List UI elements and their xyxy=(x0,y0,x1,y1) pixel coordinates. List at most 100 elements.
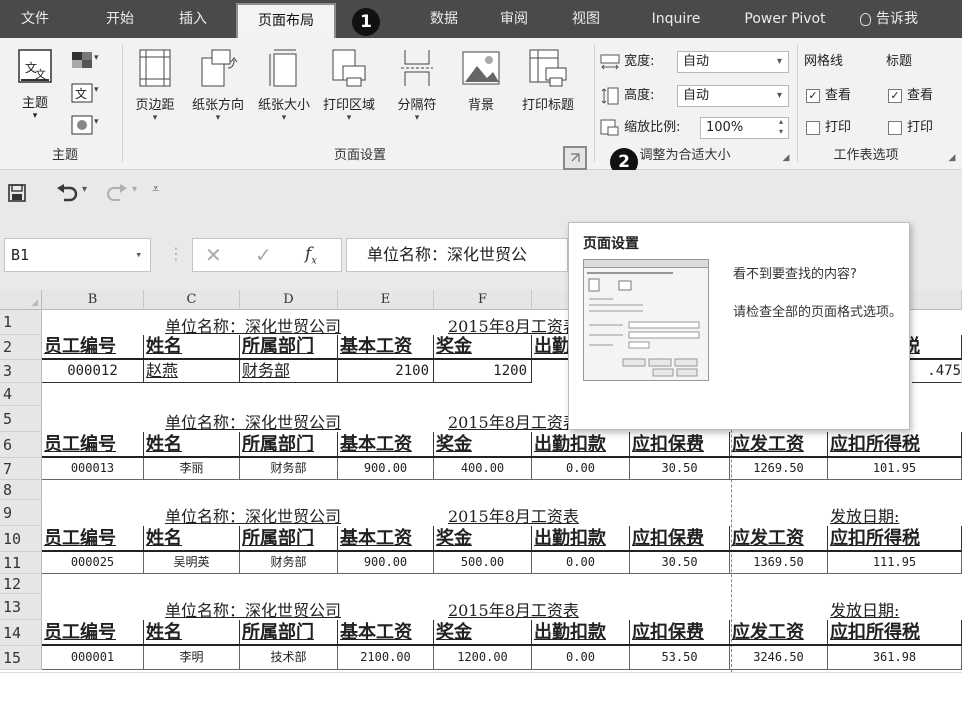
employee-id-cell[interactable]: 000012 xyxy=(42,360,144,383)
column-header-f[interactable]: F xyxy=(434,290,532,310)
row-header[interactable]: 2 xyxy=(0,335,42,360)
row-header[interactable]: 8 xyxy=(0,480,42,500)
header-cell[interactable]: 基本工资 xyxy=(338,432,434,458)
row-header[interactable]: 9 xyxy=(0,500,42,526)
attendance-deduction-cell[interactable]: 0.00 xyxy=(532,646,630,670)
header-cell[interactable]: 应扣保费 xyxy=(630,526,730,552)
gross-pay-cell[interactable]: 1369.50 xyxy=(730,552,828,574)
bonus-cell[interactable]: 500.00 xyxy=(434,552,532,574)
header-cell[interactable]: 姓名 xyxy=(144,432,240,458)
paper-size-button[interactable]: 纸张大小 ▾ xyxy=(252,42,316,142)
tab-review[interactable]: 审阅 xyxy=(489,0,539,38)
name-box[interactable]: B1 ▾ xyxy=(4,238,151,272)
bonus-cell[interactable]: 1200 xyxy=(434,360,532,383)
column-header-e[interactable]: E xyxy=(338,290,434,310)
margins-button[interactable]: 页边距 ▾ xyxy=(124,42,186,142)
header-cell[interactable]: 应扣保费 xyxy=(630,620,730,646)
page-setup-launcher[interactable] xyxy=(563,146,587,170)
row-header[interactable]: 15 xyxy=(0,646,42,670)
column-header-b[interactable]: B xyxy=(42,290,144,310)
row-header[interactable]: 11 xyxy=(0,552,42,574)
row-header[interactable]: 12 xyxy=(0,574,42,594)
header-cell[interactable]: 姓名 xyxy=(144,526,240,552)
header-cell[interactable]: 员工编号 xyxy=(42,526,144,552)
insurance-cell[interactable]: 30.50 xyxy=(630,552,730,574)
tab-insert[interactable]: 插入 xyxy=(168,0,218,38)
header-cell[interactable]: 应发工资 xyxy=(730,526,828,552)
column-header-c[interactable]: C xyxy=(144,290,240,310)
base-salary-cell[interactable]: 2100.00 xyxy=(338,646,434,670)
insurance-cell[interactable]: 53.50 xyxy=(630,646,730,670)
fonts-button[interactable]: 文 ▾ xyxy=(70,82,114,106)
themes-button[interactable]: 文文 主题 ▾ xyxy=(14,48,56,134)
gridlines-view-checkbox[interactable]: ✓ 查看 xyxy=(806,84,851,108)
department-cell[interactable]: 财务部 xyxy=(240,360,338,383)
tab-data[interactable]: 数据 xyxy=(418,0,470,38)
department-cell[interactable]: 技术部 xyxy=(240,646,338,670)
employee-id-cell[interactable]: 000001 xyxy=(42,646,144,670)
header-cell[interactable]: 应发工资 xyxy=(730,432,828,458)
headings-print-checkbox[interactable]: 打印 xyxy=(888,116,933,140)
print-area-button[interactable]: 打印区域 ▾ xyxy=(316,42,382,142)
undo-icon[interactable] xyxy=(56,184,78,202)
save-icon[interactable] xyxy=(8,184,26,202)
base-salary-cell[interactable]: 900.00 xyxy=(338,552,434,574)
bonus-cell[interactable]: 400.00 xyxy=(434,458,532,480)
row-header[interactable]: 10 xyxy=(0,526,42,552)
header-cell[interactable]: 所属部门 xyxy=(240,526,338,552)
header-cell[interactable]: 出勤扣款 xyxy=(532,526,630,552)
header-cell[interactable]: 姓名 xyxy=(144,335,240,360)
header-cell[interactable]: 姓名 xyxy=(144,620,240,646)
name-cell[interactable]: 吴明英 xyxy=(144,552,240,574)
header-cell[interactable]: 基本工资 xyxy=(338,335,434,360)
name-cell[interactable]: 赵燕 xyxy=(144,360,240,383)
row-header[interactable]: 3 xyxy=(0,360,42,383)
header-cell[interactable]: 出勤扣款 xyxy=(532,432,630,458)
department-cell[interactable]: 财务部 xyxy=(240,458,338,480)
insurance-cell[interactable]: 30.50 xyxy=(630,458,730,480)
header-cell[interactable]: 所属部门 xyxy=(240,432,338,458)
header-cell[interactable]: 应扣所得税 xyxy=(828,526,962,552)
name-cell[interactable]: 李丽 xyxy=(144,458,240,480)
header-cell[interactable]: 奖金 xyxy=(434,526,532,552)
row-header[interactable]: 4 xyxy=(0,383,42,406)
tax-cell[interactable]: 101.95 xyxy=(828,458,962,480)
tab-inquire[interactable]: Inquire xyxy=(636,0,716,38)
header-cell[interactable]: 基本工资 xyxy=(338,620,434,646)
header-cell[interactable]: 员工编号 xyxy=(42,335,144,360)
header-cell[interactable]: 奖金 xyxy=(434,620,532,646)
breaks-button[interactable]: 分隔符 ▾ xyxy=(384,42,450,142)
attendance-deduction-cell[interactable]: 0.00 xyxy=(532,552,630,574)
formula-input[interactable]: 单位名称：深化世贸公 xyxy=(346,238,568,272)
tab-file[interactable]: 文件 xyxy=(10,0,60,38)
header-cell[interactable]: 员工编号 xyxy=(42,620,144,646)
gross-pay-cell[interactable]: 1269.50 xyxy=(730,458,828,480)
customize-qat-icon[interactable]: ⩡ xyxy=(152,182,159,197)
row-header[interactable]: 1 xyxy=(0,310,42,335)
cancel-icon[interactable]: ✕ xyxy=(205,243,222,267)
header-cell[interactable]: 基本工资 xyxy=(338,526,434,552)
tax-cell[interactable]: 111.95 xyxy=(828,552,962,574)
headings-view-checkbox[interactable]: ✓ 查看 xyxy=(888,84,933,108)
row-header[interactable]: 14 xyxy=(0,620,42,646)
tab-power-pivot[interactable]: Power Pivot xyxy=(730,0,840,38)
select-all-corner[interactable]: ◢ xyxy=(0,290,42,310)
tab-page-layout[interactable]: 页面布局 xyxy=(236,3,336,38)
insert-function-icon[interactable]: fx xyxy=(305,244,317,266)
tax-cell[interactable]: 361.98 xyxy=(828,646,962,670)
header-cell[interactable]: 应扣所得税 xyxy=(828,620,962,646)
base-salary-cell[interactable]: 900.00 xyxy=(338,458,434,480)
scale-stepper[interactable]: 100% ▴ ▾ xyxy=(700,117,789,139)
base-salary-cell[interactable]: 2100 xyxy=(338,360,434,383)
bonus-cell[interactable]: 1200.00 xyxy=(434,646,532,670)
column-header-d[interactable]: D xyxy=(240,290,338,310)
attendance-deduction-cell[interactable]: 0.00 xyxy=(532,458,630,480)
gross-pay-cell[interactable]: 3246.50 xyxy=(730,646,828,670)
row-header[interactable]: 5 xyxy=(0,406,42,432)
department-cell[interactable]: 财务部 xyxy=(240,552,338,574)
header-cell[interactable]: 出勤扣款 xyxy=(532,620,630,646)
row-header[interactable]: 7 xyxy=(0,458,42,480)
width-select[interactable]: 自动 ▾ xyxy=(677,51,789,73)
row-header[interactable]: 6 xyxy=(0,432,42,458)
header-cell[interactable]: 所属部门 xyxy=(240,335,338,360)
